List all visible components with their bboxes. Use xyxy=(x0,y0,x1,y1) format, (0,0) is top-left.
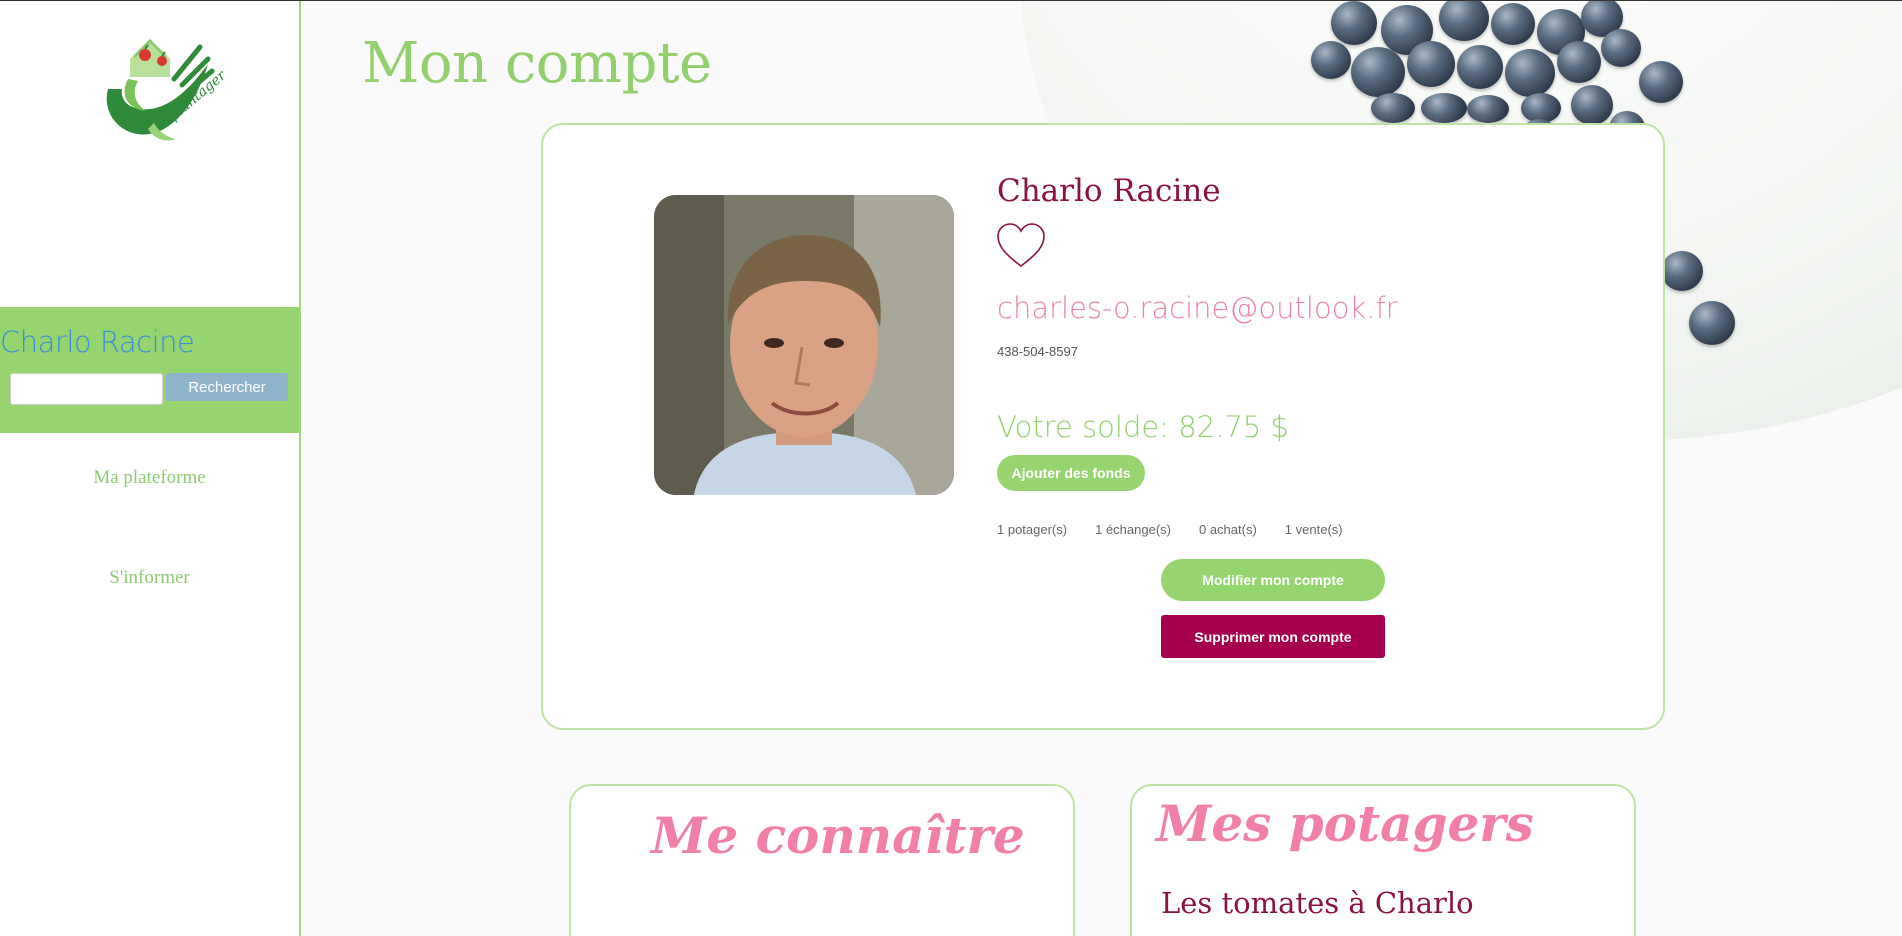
nav-ma-plateforme[interactable]: Ma plateforme xyxy=(0,467,299,489)
main-content: Mon compte Charlo Racine charles-o.racin… xyxy=(301,1,1902,936)
profile-email[interactable]: charles-o.racine@outlook.fr xyxy=(997,291,1398,325)
search-panel: Charlo Racine Rechercher xyxy=(0,307,299,433)
stat-ventes: 1 vente(s) xyxy=(1284,522,1343,537)
sidebar: plantager Charlo Racine Rechercher Ma pl… xyxy=(0,1,301,936)
search-user-name: Charlo Racine xyxy=(0,325,195,359)
stat-achats: 0 achat(s) xyxy=(1198,522,1257,537)
profile-stats: 1 potager(s) 1 échange(s) 0 achat(s) 1 v… xyxy=(997,522,1343,537)
gardens-panel: Mes potagers Les tomates à Charlo xyxy=(1130,784,1636,936)
add-funds-button[interactable]: Ajouter des fonds xyxy=(997,455,1145,491)
stat-echanges: 1 échange(s) xyxy=(1095,522,1171,537)
stat-potagers: 1 potager(s) xyxy=(997,522,1068,537)
profile-phone: 438-504-8597 xyxy=(997,344,1078,359)
garden-item[interactable]: Les tomates à Charlo xyxy=(1161,886,1474,920)
gardens-title: Mes potagers xyxy=(1156,794,1534,853)
page-title: Mon compte xyxy=(362,31,712,96)
search-button[interactable]: Rechercher xyxy=(166,373,288,401)
search-input[interactable] xyxy=(10,373,163,405)
logo-icon[interactable]: plantager xyxy=(90,19,230,149)
profile-photo xyxy=(654,195,954,495)
profile-card: Charlo Racine charles-o.racine@outlook.f… xyxy=(541,123,1665,730)
about-title: Me connaître xyxy=(651,806,1025,865)
profile-name: Charlo Racine xyxy=(997,173,1221,209)
delete-account-button[interactable]: Supprimer mon compte xyxy=(1161,615,1385,658)
modify-account-button[interactable]: Modifier mon compte xyxy=(1161,559,1385,601)
heart-icon[interactable] xyxy=(995,222,1047,270)
profile-balance: Votre solde: 82.75 $ xyxy=(997,410,1289,444)
about-panel: Me connaître xyxy=(569,784,1075,936)
nav-s-informer[interactable]: S'informer xyxy=(0,567,299,589)
